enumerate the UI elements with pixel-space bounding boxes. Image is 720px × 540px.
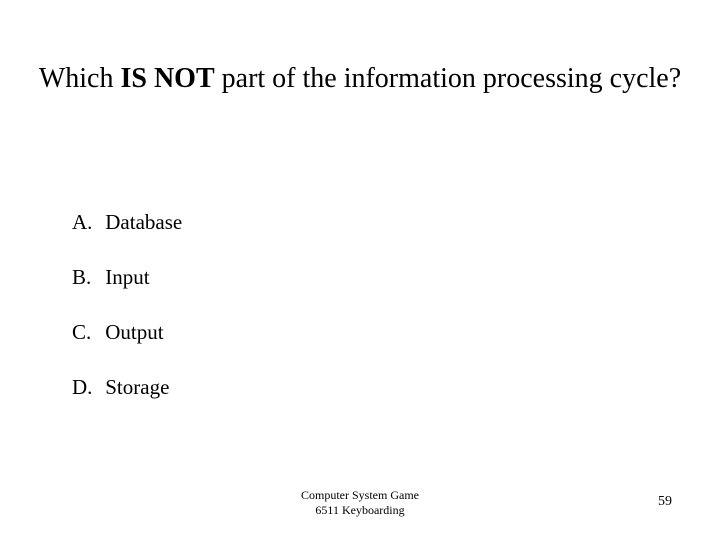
option-b[interactable]: B. Input: [72, 265, 182, 290]
option-c[interactable]: C. Output: [72, 320, 182, 345]
option-c-text: Output: [105, 320, 163, 344]
title-post: part of the information processing cycle…: [215, 63, 682, 94]
option-d-letter: D.: [72, 375, 100, 400]
title-emph: IS NOT: [120, 63, 214, 94]
option-d[interactable]: D. Storage: [72, 375, 182, 400]
option-a[interactable]: A. Database: [72, 210, 182, 235]
slide: Which IS NOT part of the information pro…: [0, 0, 720, 540]
option-b-letter: B.: [72, 265, 100, 290]
option-b-text: Input: [105, 265, 149, 289]
title-pre: Which: [39, 63, 121, 94]
option-c-letter: C.: [72, 320, 100, 345]
page-number: 59: [658, 494, 672, 510]
option-a-text: Database: [105, 210, 182, 234]
option-a-letter: A.: [72, 210, 100, 235]
footer-line2: 6511 Keyboarding: [0, 503, 720, 518]
answer-options: A. Database B. Input C. Output D. Storag…: [72, 210, 182, 430]
footer-center: Computer System Game 6511 Keyboarding: [0, 488, 720, 518]
question-title: Which IS NOT part of the information pro…: [0, 60, 720, 98]
option-d-text: Storage: [105, 375, 169, 399]
footer-line1: Computer System Game: [0, 488, 720, 503]
